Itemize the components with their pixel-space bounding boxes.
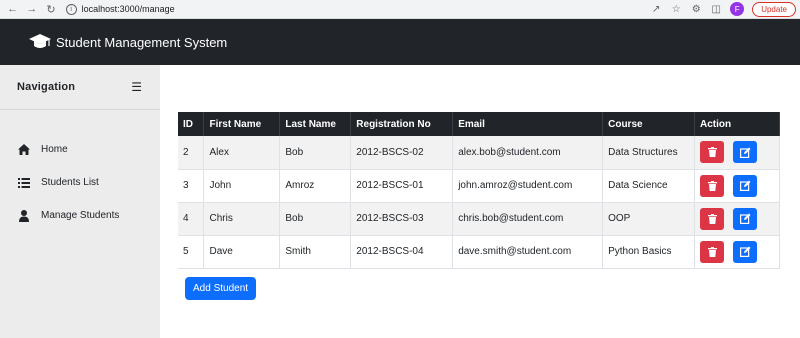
edit-button[interactable]: [733, 207, 757, 230]
column-header: First Name: [203, 112, 281, 136]
table-row: 4 Chris Bob 2012-BSCS-03 chris.bob@stude…: [178, 202, 780, 236]
action-cell: [694, 169, 780, 203]
edit-icon: [739, 147, 750, 158]
share-icon[interactable]: ↗: [650, 3, 662, 15]
sidebar-item-home[interactable]: Home: [0, 133, 160, 166]
table-cell: Data Structures: [602, 136, 695, 170]
trash-icon: [707, 147, 717, 158]
table-cell: Alex: [203, 136, 281, 170]
table-cell: 4: [178, 202, 205, 236]
sidebar-item-manage-students[interactable]: Manage Students: [0, 199, 160, 232]
trash-icon: [707, 213, 717, 224]
table-cell: 2012-BSCS-04: [350, 235, 454, 269]
table-header-row: ID First Name Last Name Registration No …: [178, 112, 780, 136]
edit-button[interactable]: [733, 174, 757, 197]
app-header: Student Management System: [0, 19, 800, 65]
user-icon: [18, 209, 30, 222]
table-cell: alex.bob@student.com: [452, 136, 604, 170]
edit-button[interactable]: [733, 141, 757, 164]
column-header: ID: [178, 112, 205, 136]
edit-icon: [739, 213, 750, 224]
table-cell: 2012-BSCS-03: [350, 202, 454, 236]
table-cell: chris.bob@student.com: [452, 202, 604, 236]
graduation-cap-icon: [29, 34, 51, 48]
column-header: Course: [602, 112, 695, 136]
column-header: Registration No: [350, 112, 454, 136]
back-icon[interactable]: ←: [6, 2, 19, 16]
app-title: Student Management System: [56, 34, 228, 50]
table-cell: 2: [178, 136, 205, 170]
sidepanel-icon[interactable]: ◫: [710, 3, 722, 15]
table-cell: Smith: [279, 235, 352, 269]
hamburger-menu-icon[interactable]: ☰: [131, 80, 142, 94]
table-cell: 5: [178, 235, 205, 269]
forward-icon[interactable]: →: [25, 2, 38, 16]
sidebar-item-students-list[interactable]: Students List: [0, 166, 160, 199]
action-cell: [694, 136, 780, 170]
students-table: ID First Name Last Name Registration No …: [178, 112, 780, 269]
table-row: 5 Dave Smith 2012-BSCS-04 dave.smith@stu…: [178, 235, 780, 269]
sidebar-item-label: Students List: [41, 177, 99, 188]
column-header: Email: [452, 112, 604, 136]
table-cell: Bob: [279, 202, 352, 236]
info-icon[interactable]: i: [65, 3, 77, 15]
delete-button[interactable]: [700, 207, 724, 230]
table-cell: Amroz: [279, 169, 352, 203]
update-button[interactable]: Update: [752, 1, 796, 17]
trash-icon: [707, 246, 717, 257]
table-cell: Chris: [203, 202, 281, 236]
extensions-icon[interactable]: ⚙: [690, 3, 702, 15]
table-cell: 2012-BSCS-02: [350, 136, 454, 170]
action-cell: [694, 235, 780, 269]
address-bar[interactable]: i localhost:3000/manage: [65, 1, 651, 17]
edit-icon: [739, 246, 750, 257]
add-student-button[interactable]: Add Student: [185, 277, 257, 300]
star-icon[interactable]: ☆: [670, 3, 682, 15]
table-cell: OOP: [602, 202, 695, 236]
table-cell: Dave: [203, 235, 281, 269]
table-cell: Bob: [279, 136, 352, 170]
profile-avatar[interactable]: F: [730, 2, 745, 16]
table-cell: 2012-BSCS-01: [350, 169, 454, 203]
main-content: ID First Name Last Name Registration No …: [160, 65, 800, 338]
browser-toolbar: ← → ↻ i localhost:3000/manage ↗ ☆ ⚙ ◫ F …: [0, 0, 800, 19]
delete-button[interactable]: [700, 141, 724, 164]
table-cell: 3: [178, 169, 205, 203]
edit-button[interactable]: [733, 240, 757, 263]
column-header: Action: [694, 112, 780, 136]
table-row: 3 John Amroz 2012-BSCS-01 john.amroz@stu…: [178, 169, 780, 203]
table-cell: Data Science: [602, 169, 695, 203]
reload-icon[interactable]: ↻: [44, 2, 57, 16]
url-text: localhost:3000/manage: [81, 4, 175, 14]
sidebar-item-label: Manage Students: [41, 210, 120, 221]
list-icon: [18, 177, 30, 189]
delete-button[interactable]: [700, 174, 724, 197]
table-cell: John: [203, 169, 281, 203]
column-header: Last Name: [279, 112, 352, 136]
table-cell: dave.smith@student.com: [452, 235, 604, 269]
trash-icon: [707, 180, 717, 191]
edit-icon: [739, 180, 750, 191]
action-cell: [694, 202, 780, 236]
delete-button[interactable]: [700, 240, 724, 263]
sidebar: Navigation ☰ Home Students List Manage S…: [0, 65, 160, 338]
sidebar-title: Navigation: [17, 81, 76, 93]
sidebar-item-label: Home: [41, 144, 68, 155]
table-cell: john.amroz@student.com: [452, 169, 604, 203]
sidebar-header: Navigation ☰: [0, 65, 160, 110]
table-cell: Python Basics: [602, 235, 695, 269]
table-row: 2 Alex Bob 2012-BSCS-02 alex.bob@student…: [178, 136, 780, 170]
home-icon: [18, 144, 30, 156]
